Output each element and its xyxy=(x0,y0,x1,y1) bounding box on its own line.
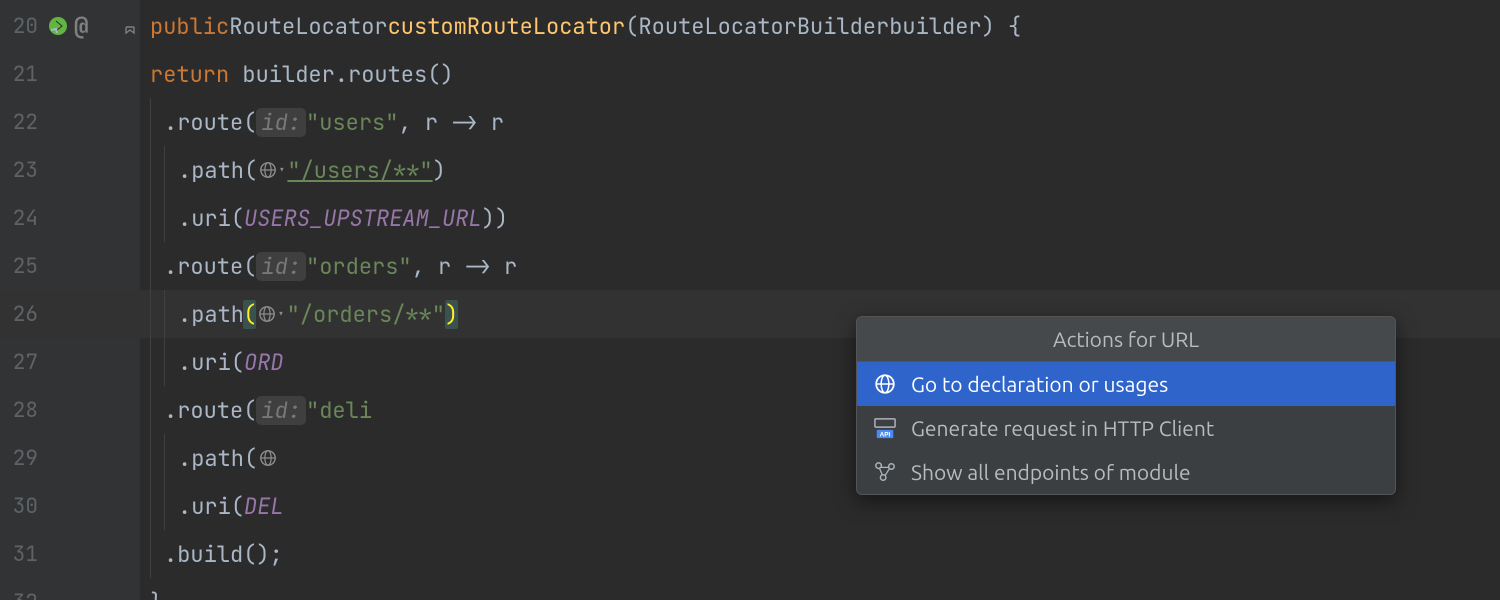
code-line: } xyxy=(140,578,1500,600)
line-number: 23 xyxy=(0,157,38,184)
line-number: 25 xyxy=(0,253,38,280)
type: RouteLocator xyxy=(229,12,387,41)
parameter-hint: id: xyxy=(256,396,306,425)
run-gutter-icon[interactable] xyxy=(48,16,68,36)
matched-paren: ) xyxy=(445,300,458,329)
line-number: 21 xyxy=(0,61,38,88)
line-number: 22 xyxy=(0,109,38,136)
constant: ORD xyxy=(244,348,284,377)
keyword: public xyxy=(150,12,229,41)
popup-item-label: Go to declaration or usages xyxy=(911,372,1168,396)
editor-code-area[interactable]: public RouteLocator customRouteLocator ( R… xyxy=(140,0,1500,600)
string-literal: "orders" xyxy=(306,252,412,281)
code-line: .path(▾"/users/**") xyxy=(140,146,1500,194)
graph-icon xyxy=(873,460,897,484)
popup-item-label: Generate request in HTTP Client xyxy=(911,416,1214,440)
type: RouteLocatorBuilder xyxy=(638,12,889,41)
constant: USERS_UPSTREAM_URL xyxy=(244,204,482,233)
popup-item-generate-http-request[interactable]: API Generate request in HTTP Client xyxy=(857,406,1395,450)
line-number: 28 xyxy=(0,397,38,424)
popup-title: Actions for URL xyxy=(857,317,1395,362)
line-number: 27 xyxy=(0,349,38,376)
line-number: 32 xyxy=(0,589,38,600)
string-literal: "users" xyxy=(306,108,398,137)
method-name: customRouteLocator xyxy=(388,12,626,41)
editor-gutter: 20 @ 21 22 23 24 25 26 27 28 29 30 31 32 xyxy=(0,0,140,600)
api-icon: API xyxy=(873,416,897,440)
url-globe-icon[interactable] xyxy=(259,449,277,467)
code-line: .route( id: "orders", r -> r xyxy=(140,242,1500,290)
parameter-hint: id: xyxy=(256,252,306,281)
popup-item-show-endpoints[interactable]: Show all endpoints of module xyxy=(857,450,1395,494)
line-number: 29 xyxy=(0,445,38,472)
line-number: 24 xyxy=(0,205,38,232)
matched-paren: ( xyxy=(243,300,256,329)
svg-text:API: API xyxy=(880,431,891,438)
line-number: 31 xyxy=(0,541,38,568)
chevron-down-icon: ▾ xyxy=(277,306,284,322)
url-globe-icon[interactable]: ▾ xyxy=(259,161,285,179)
fold-toggle-icon[interactable] xyxy=(122,18,138,34)
line-number: 30 xyxy=(0,493,38,520)
line-number: 20 xyxy=(0,13,38,40)
code-line: return builder.routes() xyxy=(140,50,1500,98)
chevron-down-icon: ▾ xyxy=(278,162,285,178)
constant: DEL xyxy=(244,492,284,521)
parameter-hint: id: xyxy=(256,108,306,137)
actions-for-url-popup: Actions for URL Go to declaration or usa… xyxy=(856,316,1396,495)
popup-item-label: Show all endpoints of module xyxy=(911,460,1191,484)
popup-item-go-to-declaration[interactable]: Go to declaration or usages xyxy=(857,362,1395,406)
code-line: .build(); xyxy=(140,530,1500,578)
code-line: .route( id: "users", r -> r xyxy=(140,98,1500,146)
at-sign-icon: @ xyxy=(74,11,88,42)
string-literal[interactable]: "/orders/**" xyxy=(287,300,445,329)
globe-icon xyxy=(873,372,897,396)
url-globe-icon[interactable]: ▾ xyxy=(258,305,284,323)
code-line: public RouteLocator customRouteLocator(R… xyxy=(140,2,1500,50)
string-literal: "deli xyxy=(306,396,372,425)
keyword: return xyxy=(150,60,229,89)
line-number: 26 xyxy=(0,301,38,328)
string-literal[interactable]: "/users/**" xyxy=(287,156,432,185)
code-line: .uri(USERS_UPSTREAM_URL)) xyxy=(140,194,1500,242)
